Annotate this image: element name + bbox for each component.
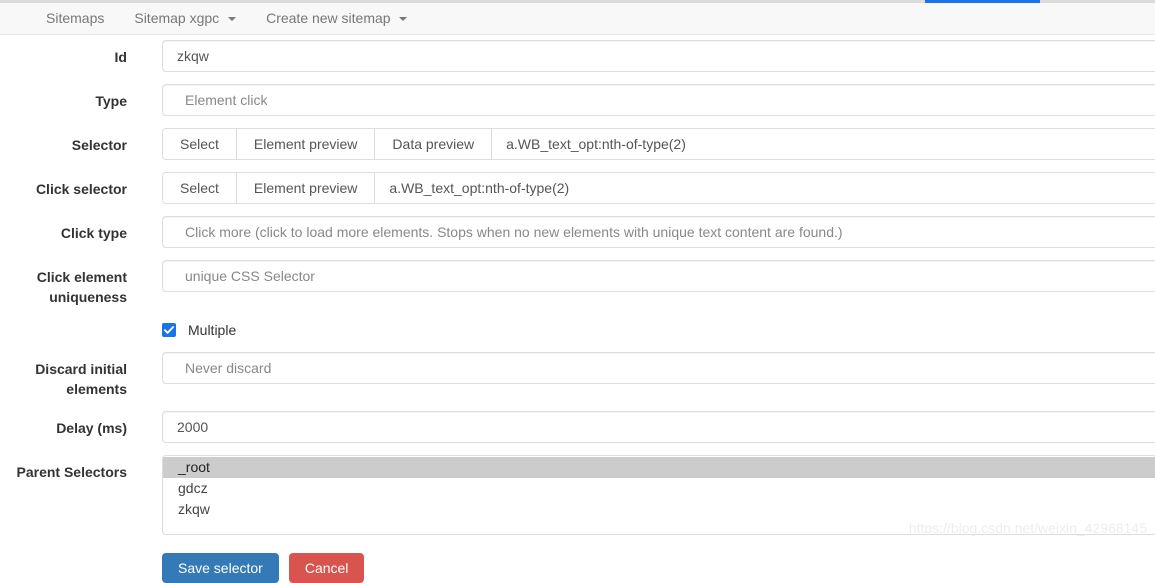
- save-selector-button[interactable]: Save selector: [162, 553, 279, 583]
- label-type: Type: [95, 93, 127, 109]
- type-select-value: Element click: [185, 92, 268, 108]
- label-delay: Delay (ms): [56, 420, 127, 437]
- form-row-discard-initial-elements: Discard initial elements Never discard: [0, 351, 1155, 400]
- click-element-uniqueness-select[interactable]: unique CSS Selector: [162, 260, 1155, 292]
- nav-item-sitemap-xgpc[interactable]: Sitemap xgpc: [119, 3, 251, 34]
- form-row-click-type: Click type Click more (click to load mor…: [0, 216, 1155, 248]
- click-selector-element-preview-button[interactable]: Element preview: [236, 173, 376, 203]
- multiple-checkbox[interactable]: [162, 322, 176, 337]
- chevron-down-icon: [228, 17, 237, 22]
- click-selector-input-value: a.WB_text_opt:nth-of-type(2): [389, 180, 570, 196]
- selector-select-button-label: Select: [180, 136, 219, 152]
- parent-selector-option-label: zkqw: [178, 501, 210, 518]
- nav-item-create-new-sitemap[interactable]: Create new sitemap: [251, 3, 422, 34]
- selector-input-value: a.WB_text_opt:nth-of-type(2): [506, 136, 686, 152]
- form-row-click-selector: Click selector Select Element preview a.…: [0, 172, 1155, 204]
- nav-item-sitemaps[interactable]: Sitemaps: [31, 3, 119, 34]
- list-item[interactable]: gdcz: [163, 478, 1155, 499]
- label-click-type: Click type: [60, 225, 127, 241]
- parent-selector-option-label: _root: [178, 459, 210, 476]
- selector-element-preview-button-label: Element preview: [253, 136, 358, 152]
- cancel-button[interactable]: Cancel: [288, 553, 365, 583]
- selector-input-group: Select Element preview Data preview a.WB…: [162, 128, 1155, 160]
- id-input-value: zkqw: [177, 48, 209, 64]
- form-row-id: Id zkqw: [0, 40, 1155, 72]
- multiple-checkbox-label[interactable]: Multiple: [188, 322, 236, 338]
- click-selector-select-button[interactable]: Select: [163, 173, 237, 203]
- watermark-text: https://blog.csdn.net/weixin_42968145: [908, 520, 1147, 536]
- label-selector: Selector: [71, 137, 127, 153]
- id-input[interactable]: zkqw: [162, 40, 1155, 72]
- type-select[interactable]: Element click: [162, 84, 1155, 116]
- parent-selector-option-label: gdcz: [178, 480, 208, 497]
- selector-data-preview-button[interactable]: Data preview: [375, 129, 493, 159]
- click-selector-element-preview-button-label: Element preview: [253, 180, 358, 196]
- form-row-selector: Selector Select Element preview Data pre…: [0, 128, 1155, 160]
- list-item[interactable]: zkqw: [163, 499, 1155, 520]
- label-parent-selectors: Parent Selectors: [16, 464, 128, 481]
- selector-element-preview-button[interactable]: Element preview: [236, 129, 376, 159]
- discard-initial-elements-select-value: Never discard: [185, 359, 272, 376]
- form-row-click-element-uniqueness: Click element uniqueness unique CSS Sele…: [0, 260, 1155, 308]
- delay-input-value: 2000: [177, 419, 209, 436]
- label-id: Id: [114, 49, 127, 65]
- selector-select-button[interactable]: Select: [163, 129, 237, 159]
- form-row-delay: Delay (ms) 2000: [0, 411, 1155, 444]
- label-click-selector: Click selector: [35, 181, 127, 197]
- selector-edit-form: Id zkqw Type Element click Selector Sele…: [0, 40, 1155, 583]
- top-navigation-bar: Sitemaps Sitemap xgpc Create new sitemap: [0, 3, 1155, 35]
- click-selector-input-group: Select Element preview a.WB_text_opt:nth…: [162, 172, 1155, 204]
- click-selector-input[interactable]: a.WB_text_opt:nth-of-type(2): [375, 173, 1155, 203]
- nav-item-sitemaps-label: Sitemaps: [46, 10, 105, 26]
- nav-item-sitemap-xgpc-label: Sitemap xgpc: [134, 10, 220, 26]
- selector-data-preview-button-label: Data preview: [392, 136, 475, 152]
- discard-initial-elements-select[interactable]: Never discard: [162, 351, 1155, 384]
- check-icon: [163, 325, 175, 334]
- click-selector-select-button-label: Select: [180, 180, 219, 196]
- form-row-type: Type Element click: [0, 84, 1155, 116]
- nav-item-create-new-sitemap-label: Create new sitemap: [266, 10, 391, 26]
- delay-input[interactable]: 2000: [162, 411, 1155, 444]
- label-discard-initial-elements: Discard initial elements: [35, 360, 127, 397]
- multiple-checkbox-row: Multiple: [162, 322, 1155, 338]
- chevron-down-icon: [399, 17, 408, 22]
- form-action-buttons: Save selector Cancel: [162, 553, 1155, 583]
- selector-input[interactable]: a.WB_text_opt:nth-of-type(2): [492, 129, 1155, 159]
- click-element-uniqueness-select-value: unique CSS Selector: [185, 268, 315, 284]
- click-type-select[interactable]: Click more (click to load more elements.…: [162, 216, 1155, 248]
- click-type-select-value: Click more (click to load more elements.…: [185, 224, 843, 240]
- label-click-element-uniqueness: Click element uniqueness: [36, 269, 127, 306]
- list-item[interactable]: _root: [163, 457, 1155, 479]
